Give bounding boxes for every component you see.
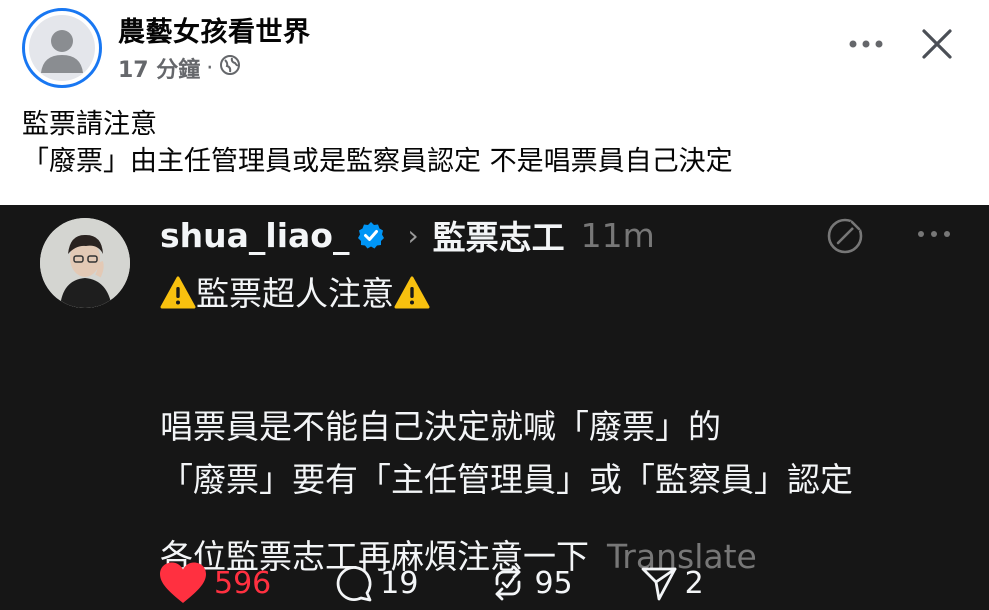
author-avatar[interactable] [22, 8, 102, 88]
threads-screenshot: shua_liao_ › 監票志工 11m 監票超人注意 唱票員是不能自己決定就… [0, 205, 989, 610]
meta-separator: · [206, 55, 214, 81]
repost-icon [496, 565, 521, 601]
comment-count: 19 [380, 565, 419, 601]
threads-user-avatar[interactable] [40, 218, 130, 308]
share-icon [641, 567, 677, 601]
share-count: 2 [684, 565, 704, 601]
globe-icon [219, 54, 241, 82]
threads-action-bar: 596 19 95 2 [158, 561, 704, 605]
comment-button[interactable]: 19 [334, 563, 418, 603]
post-text-line: 「廢票」由主任管理員或是監察員認定 不是唱票員自己決定 [22, 146, 733, 177]
post-meta: 17 分鐘 · [118, 52, 241, 84]
repost-count: 95 [534, 565, 573, 601]
threads-more-button[interactable] [912, 219, 956, 249]
post-time[interactable]: 17 分鐘 [118, 52, 200, 84]
like-count: 596 [214, 565, 272, 601]
post-text: 監票請注意 「廢票」由主任管理員或是監察員認定 不是唱票員自己決定 [22, 106, 733, 180]
threads-post-header: shua_liao_ › 監票志工 11m [160, 211, 655, 259]
threads-heading-text: 監票超人注意 [196, 274, 394, 313]
more-icon [918, 231, 950, 237]
default-avatar-icon [29, 15, 95, 81]
more-options-button[interactable] [846, 26, 886, 62]
more-icon [849, 40, 883, 48]
heart-icon [160, 562, 206, 603]
chevron-right-icon: › [407, 218, 419, 252]
threads-text-line: 監票超人注意 [160, 268, 430, 320]
threads-topic-tag[interactable]: 監票志工 [433, 211, 565, 259]
close-button[interactable] [915, 22, 959, 66]
verified-badge-icon [357, 221, 385, 249]
post-text-line: 監票請注意 [22, 109, 157, 140]
author-name[interactable]: 農藝女孩看世界 [118, 10, 311, 49]
threads-text-line: 唱票員是不能自己決定就喊「廢票」的 [160, 407, 721, 446]
threads-username[interactable]: shua_liao_ [160, 216, 349, 255]
threads-text-line: 「廢票」要有「主任管理員」或「監察員」認定 [160, 460, 853, 499]
threads-post-time: 11m [580, 215, 655, 255]
facebook-post-header: 農藝女孩看世界 17 分鐘 · 監票請注意 「廢票」由主任管理員或是監察員認定 … [0, 0, 989, 205]
close-icon [922, 29, 952, 59]
warning-icon [394, 273, 430, 325]
comment-icon [336, 566, 372, 602]
share-button[interactable]: 2 [639, 563, 704, 603]
warning-icon [160, 273, 196, 325]
like-button[interactable]: 596 [158, 561, 271, 605]
repost-button[interactable]: 95 [488, 563, 573, 603]
reply-icon[interactable] [824, 215, 866, 257]
